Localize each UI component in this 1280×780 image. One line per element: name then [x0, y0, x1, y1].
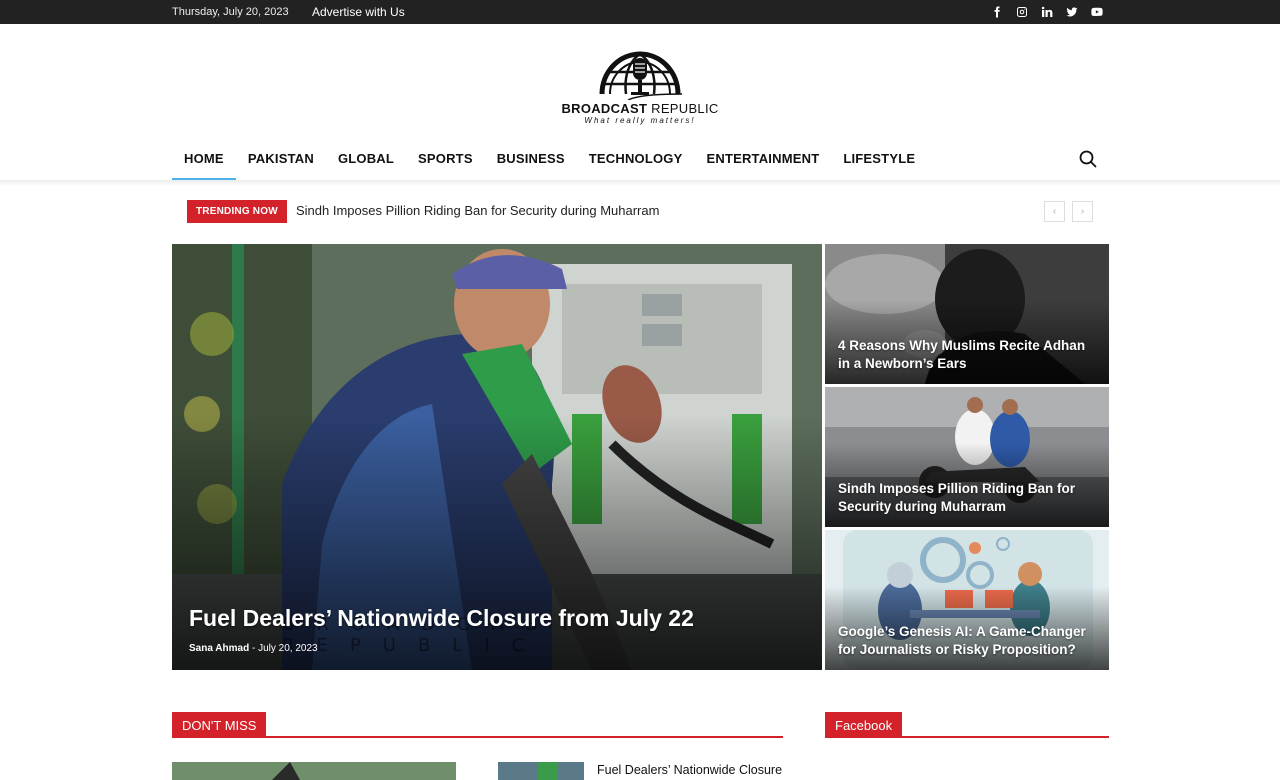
dont-miss-main-thumbnail[interactable] — [172, 762, 456, 780]
nav-shadow — [0, 180, 1280, 186]
nav-item-global[interactable]: GLOBAL — [326, 138, 406, 180]
dont-miss-section-header: DON'T MISS — [172, 712, 783, 738]
advertise-link[interactable]: Advertise with Us — [312, 5, 405, 19]
trending-next-button[interactable]: › — [1072, 201, 1093, 222]
main-navigation: HOME PAKISTAN GLOBAL SPORTS BUSINESS TEC… — [172, 138, 1109, 180]
dont-miss-tab[interactable]: DON'T MISS — [172, 712, 267, 738]
dont-miss-side-thumbnail[interactable] — [498, 762, 584, 780]
facebook-section-header: Facebook — [825, 712, 1109, 738]
featured-side-title-2[interactable]: Sindh Imposes Pillion Riding Ban for Sec… — [838, 480, 1097, 516]
featured-side-title-3[interactable]: Google’s Genesis AI: A Game-Changer for … — [838, 623, 1097, 659]
facebook-icon[interactable] — [989, 4, 1004, 19]
meta-separator: - — [251, 643, 256, 654]
top-bar: Thursday, July 20, 2023 Advertise with U… — [0, 0, 1280, 24]
site-logo[interactable]: BROADCAST REPUBLIC What really matters! — [560, 44, 720, 132]
social-links — [989, 4, 1104, 19]
dont-miss-side-image — [498, 762, 584, 780]
featured-side-article-2[interactable]: Sindh Imposes Pillion Riding Ban for Sec… — [825, 387, 1109, 527]
article-date: July 20, 2023 — [258, 643, 318, 654]
featured-main-title[interactable]: Fuel Dealers’ Nationwide Closure from Ju… — [189, 605, 694, 632]
search-icon[interactable] — [1079, 150, 1097, 168]
youtube-icon[interactable] — [1089, 4, 1104, 19]
featured-side-article-1[interactable]: 4 Reasons Why Muslims Recite Adhan in a … — [825, 244, 1109, 384]
nav-item-pakistan[interactable]: PAKISTAN — [236, 138, 326, 180]
trending-label: TRENDING NOW — [187, 200, 287, 223]
trending-prev-button[interactable]: ‹ — [1044, 201, 1065, 222]
nav-item-sports[interactable]: SPORTS — [406, 138, 485, 180]
featured-main-article[interactable]: BROADCAST REPUBLIC Fuel Dealers’ Nationw… — [172, 244, 822, 670]
current-date: Thursday, July 20, 2023 — [172, 6, 289, 18]
trending-headline[interactable]: Sindh Imposes Pillion Riding Ban for Sec… — [296, 203, 659, 218]
featured-side-article-3[interactable]: Google’s Genesis AI: A Game-Changer for … — [825, 530, 1109, 670]
nav-item-home[interactable]: HOME — [172, 138, 236, 180]
brand-light: REPUBLIC — [651, 101, 719, 116]
nav-item-lifestyle[interactable]: LIFESTYLE — [831, 138, 927, 180]
featured-side-title-1[interactable]: 4 Reasons Why Muslims Recite Adhan in a … — [838, 337, 1097, 373]
nav-item-business[interactable]: BUSINESS — [485, 138, 577, 180]
nav-item-technology[interactable]: TECHNOLOGY — [577, 138, 695, 180]
facebook-tab[interactable]: Facebook — [825, 712, 903, 738]
instagram-icon[interactable] — [1014, 4, 1029, 19]
nav-item-entertainment[interactable]: ENTERTAINMENT — [694, 138, 831, 180]
brand-name: BROADCAST REPUBLIC — [560, 101, 720, 116]
globe-microphone-icon — [599, 51, 682, 100]
brand-bold: BROADCAST — [561, 101, 648, 116]
featured-main-meta: Sana Ahmad - July 20, 2023 — [189, 643, 318, 654]
article-author[interactable]: Sana Ahmad — [189, 643, 249, 654]
dont-miss-main-image — [172, 762, 456, 780]
twitter-icon[interactable] — [1064, 4, 1079, 19]
dont-miss-side-title[interactable]: Fuel Dealers’ Nationwide Closure — [597, 763, 782, 777]
trending-bar: TRENDING NOW Sindh Imposes Pillion Ridin… — [187, 200, 1094, 223]
brand-tagline: What really matters! — [584, 116, 696, 125]
linkedin-icon[interactable] — [1039, 4, 1054, 19]
